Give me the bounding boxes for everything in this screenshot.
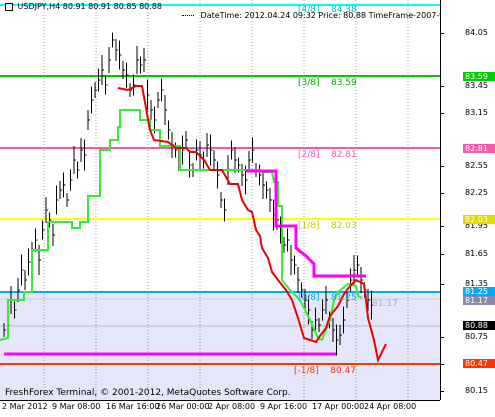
price-box-2-8: 82.81	[463, 144, 495, 153]
time-axis-label: 17 Apr 00:00	[312, 402, 365, 411]
time-axis-label: 9 Apr 16:00	[260, 402, 308, 411]
level-1-8-value: 82.03	[330, 221, 357, 231]
price-box-current-value: 80.88	[465, 321, 488, 330]
level-2-8-label: [2/8] 82.81	[298, 150, 357, 161]
time-axis-label: 2 Mar 2012	[2, 402, 48, 411]
price-tick-mark	[440, 113, 444, 114]
level-4-8-tag: [4/8]	[298, 5, 320, 15]
chart-symbol: USDJPY,H4	[17, 2, 61, 11]
price-tick-mark	[440, 193, 444, 194]
price-box-m1-8-value: 80.47	[465, 359, 488, 368]
price-tick-mark	[440, 284, 444, 285]
level-2-8-tag: [2/8]	[298, 150, 320, 160]
price-box-ghost: 81.17	[463, 296, 495, 305]
price-tick-mark	[440, 391, 444, 392]
level-3-8-label: [3/8] 83.59	[298, 78, 357, 89]
price-tick-mark	[440, 86, 444, 87]
chart-header: USDJPY,H4 80.91 80.91 80.85 80.88	[5, 2, 162, 11]
price-box-2-8-value: 82.81	[465, 144, 488, 153]
price-tick-label: 80.75	[465, 332, 488, 341]
symbol-icon	[5, 2, 13, 11]
level-3-8-tag: [3/8]	[298, 78, 320, 88]
time-axis-label: 26 Mar 00:00	[156, 402, 210, 411]
level-2-8-value: 82.81	[330, 150, 357, 160]
price-tick-label: 82.25	[465, 188, 488, 197]
level-m1-8-value: 80.47	[330, 366, 356, 376]
time-axis-label: 24 Apr 08:00	[364, 402, 417, 411]
price-tick-label: 81.65	[465, 249, 488, 258]
price-box-0-8-value: 81.25	[465, 287, 488, 296]
level-4-8-label: [4/8] 84.38	[298, 5, 357, 16]
level-0-8-tag: [0/8]	[298, 293, 320, 303]
price-box-3-8-value: 83.59	[465, 72, 488, 81]
price-tick-mark	[440, 364, 444, 365]
level-m1-8-tag: [-1/8]	[294, 366, 319, 376]
price-tick-label: 83.45	[465, 81, 488, 90]
level-1-8-tag: [1/8]	[298, 221, 320, 231]
copyright-text: FreshForex Terminal, © 2001-2012, MetaQu…	[5, 388, 291, 398]
price-box-m1-8: 80.47	[463, 359, 495, 368]
price-tick-mark	[440, 226, 444, 227]
time-axis-label: 16 Mar 16:00	[106, 402, 160, 411]
price-tick-mark	[440, 254, 444, 255]
price-box-1-8-value: 82.03	[465, 215, 488, 224]
level-m1-8-label: [-1/8] 80.47	[294, 366, 356, 377]
ghost-price-label: 81.17	[372, 299, 398, 310]
price-box-ghost-value: 81.17	[465, 296, 488, 305]
info-marker-icon	[182, 15, 194, 16]
price-chart[interactable]	[0, 0, 495, 416]
level-0-8-label: [0/8] 81.25	[298, 293, 357, 304]
time-axis-label: 9 Mar 08:00	[52, 402, 101, 411]
price-tick-mark	[440, 337, 444, 338]
level-0-8-value: 81.25	[330, 293, 357, 303]
price-tick-label: 83.15	[465, 108, 488, 117]
price-tick-mark	[440, 33, 444, 34]
ghost-price-value: 81.17	[372, 299, 398, 309]
price-tick-label: 80.15	[465, 386, 488, 395]
level-4-8-value: 84.38	[330, 5, 357, 15]
price-box-current: 80.88	[463, 321, 495, 330]
price-tick-mark	[440, 166, 444, 167]
level-1-8-label: [1/8] 82.03	[298, 221, 357, 232]
level-3-8-value: 83.59	[330, 78, 357, 88]
price-box-0-8: 81.25	[463, 287, 495, 296]
chart-ohlc: 80.91 80.91 80.85 80.88	[62, 2, 162, 11]
price-box-3-8: 83.59	[463, 72, 495, 81]
price-box-1-8: 82.03	[463, 215, 495, 224]
price-tick-label: 84.05	[465, 28, 488, 37]
time-axis-label: 2 Apr 08:00	[208, 402, 256, 411]
price-tick-label: 82.55	[465, 161, 488, 170]
